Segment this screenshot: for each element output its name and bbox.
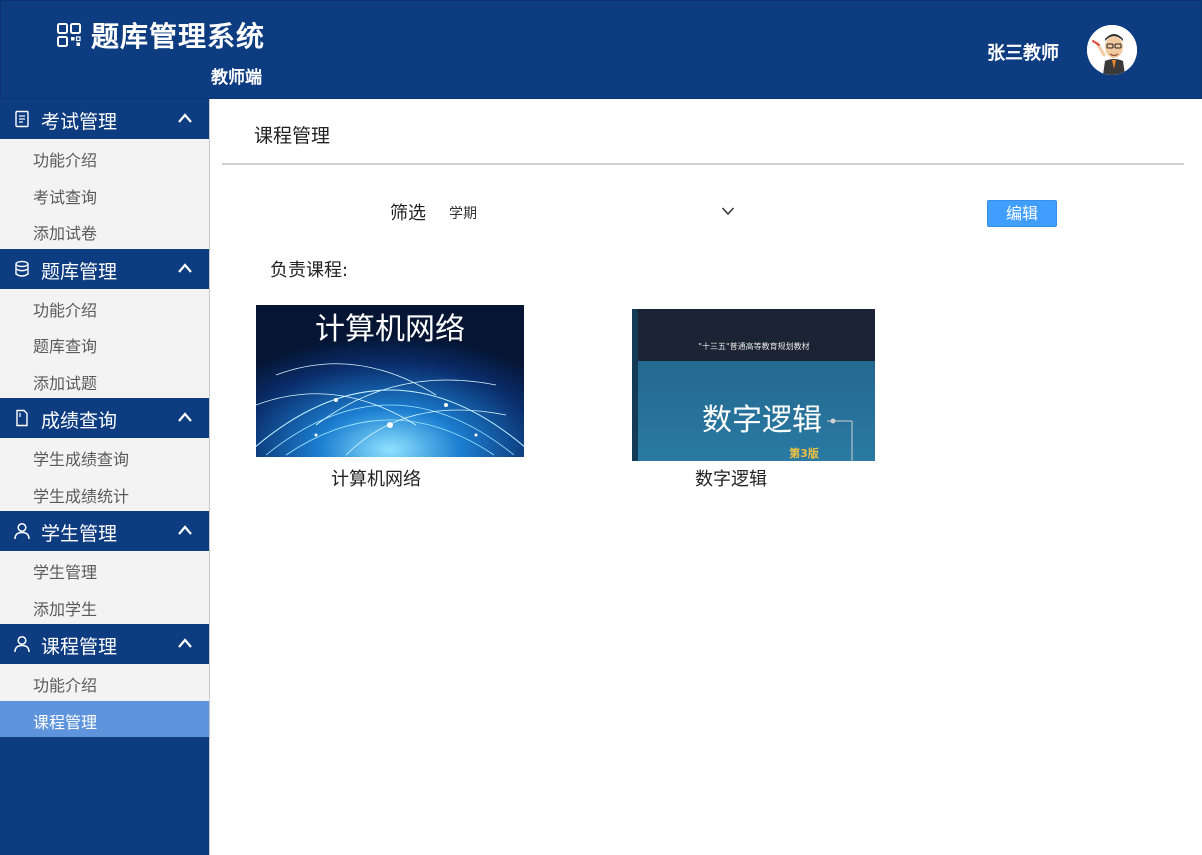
- page-title: 课程管理: [254, 125, 331, 147]
- courses-label: 负责课程:: [270, 260, 349, 281]
- teacher-avatar-icon: [1087, 25, 1137, 75]
- chevron-up-icon: [178, 412, 192, 422]
- chevron-down-icon: [721, 207, 735, 216]
- file-icon: [16, 409, 28, 427]
- sidebar-item-score-stats[interactable]: 学生成绩统计: [0, 474, 209, 511]
- sidebar-group-label: 成绩查询: [41, 410, 118, 432]
- sidebar-group-question-bank[interactable]: 题库管理: [0, 248, 209, 289]
- sidebar-group-label: 考试管理: [41, 111, 118, 133]
- main-content: 课程管理 筛选 学期 编辑 负责课程: 计算机网络 计算机网络 "十三五"普通高…: [210, 99, 1200, 855]
- sidebar-group-label: 课程管理: [41, 636, 118, 658]
- course-card-digital-logic[interactable]: "十三五"普通高等教育规划教材 数字逻辑 第3版: [632, 309, 875, 461]
- avatar[interactable]: [1087, 25, 1137, 75]
- sidebar-group-label: 学生管理: [41, 523, 118, 545]
- sidebar-group-exam[interactable]: 考试管理: [0, 99, 209, 139]
- top-header: 题库管理系统 教师端 张三教师: [0, 0, 1202, 99]
- sidebar-item-bank-query[interactable]: 题库查询: [0, 325, 209, 362]
- sidebar-group-courses[interactable]: 课程管理: [0, 624, 209, 664]
- app-title: 题库管理系统: [91, 20, 266, 53]
- database-icon: [15, 260, 29, 277]
- course-name-digital-logic[interactable]: 数字逻辑: [695, 465, 767, 491]
- digital-logic-cover-title: 数字逻辑: [702, 403, 822, 438]
- network-cover-text: 计算机网络: [315, 312, 465, 347]
- sidebar-item-add-question[interactable]: 添加试题: [0, 361, 209, 398]
- sidebar-item-course-manage[interactable]: 课程管理: [0, 700, 209, 737]
- sidebar-group-students[interactable]: 学生管理: [0, 511, 209, 551]
- qr-code-icon: [57, 23, 81, 47]
- sidebar-item-score-query[interactable]: 学生成绩查询: [0, 438, 209, 475]
- user-icon: [14, 522, 30, 540]
- digital-logic-cover-image: "十三五"普通高等教育规划教材 数字逻辑 第3版: [632, 309, 875, 461]
- network-cover-image: 计算机网络: [245, 305, 535, 457]
- sidebar-item-exam-query[interactable]: 考试查询: [0, 175, 209, 212]
- chevron-up-icon: [178, 525, 192, 535]
- sidebar: 考试管理 功能介绍 考试查询 添加试卷 题库管理 功能介绍 题库查询 添加试题 …: [0, 99, 210, 855]
- semester-select-value: 学期: [449, 206, 477, 222]
- user-name[interactable]: 张三教师: [987, 39, 1059, 65]
- edit-button[interactable]: 编辑: [987, 200, 1057, 227]
- sidebar-item-course-intro[interactable]: 功能介绍: [0, 664, 209, 701]
- divider: [222, 163, 1184, 165]
- sidebar-group-scores[interactable]: 成绩查询: [0, 398, 209, 438]
- app-subtitle: 教师端: [211, 68, 262, 88]
- chevron-up-icon: [178, 113, 192, 123]
- chevron-up-icon: [178, 262, 192, 273]
- sidebar-item-student-manage[interactable]: 学生管理: [0, 551, 209, 588]
- course-name-network[interactable]: 计算机网络: [331, 465, 421, 491]
- digital-logic-edition-text: 第3版: [789, 446, 819, 460]
- sidebar-item-bank-intro[interactable]: 功能介绍: [0, 288, 209, 325]
- course-card-network[interactable]: 计算机网络: [245, 305, 535, 457]
- document-icon: [15, 110, 29, 128]
- sidebar-item-exam-intro[interactable]: 功能介绍: [0, 139, 209, 176]
- filter-label: 筛选: [390, 203, 426, 224]
- digital-logic-series-text: "十三五"普通高等教育规划教材: [698, 341, 809, 351]
- user-icon: [14, 635, 30, 653]
- sidebar-item-add-paper[interactable]: 添加试卷: [0, 212, 209, 249]
- semester-select[interactable]: 学期: [445, 197, 745, 227]
- chevron-up-icon: [178, 638, 192, 648]
- sidebar-group-label: 题库管理: [41, 260, 118, 283]
- sidebar-item-add-student[interactable]: 添加学生: [0, 587, 209, 624]
